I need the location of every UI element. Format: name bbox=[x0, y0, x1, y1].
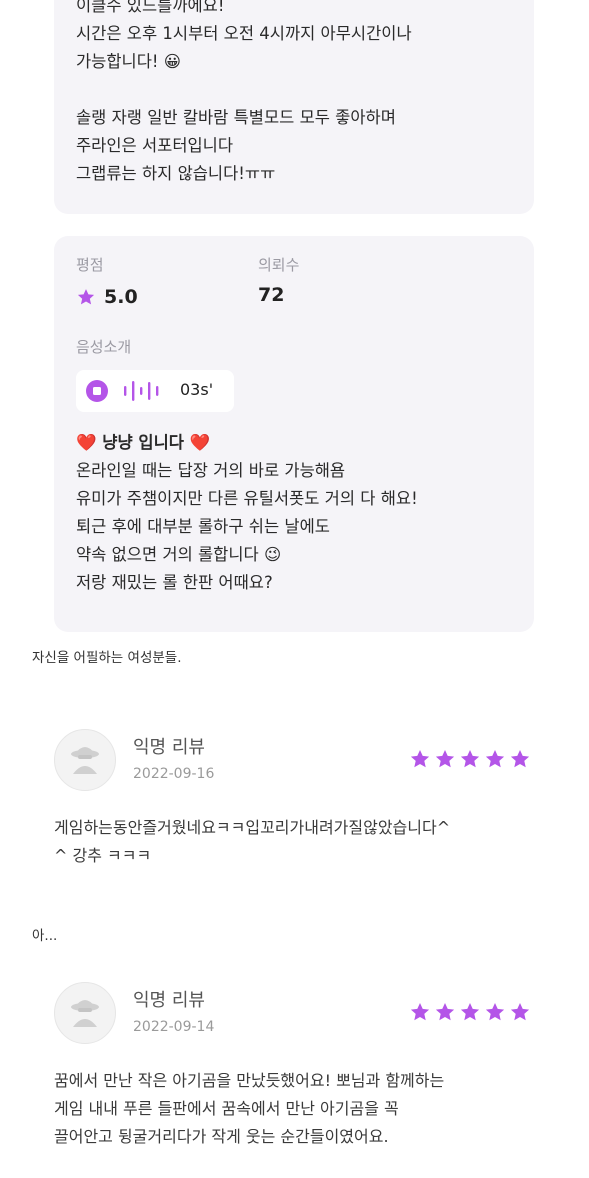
anonymous-user-icon bbox=[71, 747, 99, 774]
review-date: 2022-09-14 bbox=[133, 1019, 215, 1035]
caption-2: 아... bbox=[32, 928, 58, 944]
review-rating-stars bbox=[410, 750, 530, 768]
review-text: 꿈에서 만난 작은 아기곰을 만났듯했어요! 뽀님과 함께하는 게임 내내 푸른… bbox=[54, 1071, 445, 1146]
intro-line-6: 그랩류는 하지 않습니다!ㅠㅠ bbox=[76, 164, 276, 183]
profile-card: 평점 5.0 의뢰수 72 음성소개 03s' ❤️ 냥냥 입니다 ❤️ 온라인… bbox=[54, 236, 534, 632]
bio-line-2: 유미가 주챔이지만 다른 유틸서폿도 거의 다 해요! bbox=[76, 489, 418, 508]
anonymous-user-icon bbox=[71, 1000, 99, 1027]
intro-line-2: 가능합니다! 😀 bbox=[76, 52, 181, 71]
waveform-icon bbox=[124, 381, 159, 401]
rating-value: 5.0 bbox=[104, 286, 138, 308]
review-author: 익명 리뷰 bbox=[133, 737, 205, 758]
stop-icon[interactable] bbox=[86, 380, 108, 402]
intro-line-5: 주라인은 서포터입니다 bbox=[76, 136, 234, 155]
review-author: 익명 리뷰 bbox=[133, 990, 205, 1011]
requests-label: 의뢰수 bbox=[258, 256, 300, 274]
rating-label: 평점 bbox=[76, 256, 104, 274]
star-icon bbox=[77, 289, 95, 305]
avatar bbox=[54, 729, 116, 791]
review-text: 게임하는동안즐거웠네요ㅋㅋ입꼬리가내려가질않았습니다^ ^ 강추 ㅋㅋㅋ bbox=[54, 818, 451, 865]
voice-intro-player[interactable]: 03s' bbox=[76, 370, 234, 412]
review-rating-stars bbox=[410, 1003, 530, 1021]
intro-line-4: 솔랭 자랭 일반 칼바람 특별모드 모두 좋아하며 bbox=[76, 108, 396, 127]
bio-line-0: ❤️ 냥냥 입니다 ❤️ bbox=[76, 433, 211, 452]
caption-1: 자신을 어필하는 여성분들. bbox=[32, 650, 182, 666]
voice-duration: 03s' bbox=[180, 380, 214, 399]
voice-intro-label: 음성소개 bbox=[76, 338, 132, 356]
rating-row: 5.0 bbox=[76, 286, 138, 308]
bio-line-1: 온라인일 때는 답장 거의 바로 가능해욤 bbox=[76, 461, 346, 480]
intro-line-0: 이클수 있드를까에요! bbox=[76, 0, 225, 15]
requests-value: 72 bbox=[258, 284, 285, 306]
bio-line-3: 퇴근 후에 대부분 롤하구 쉬는 날에도 bbox=[76, 517, 330, 536]
review-date: 2022-09-16 bbox=[133, 766, 215, 782]
bio-line-4: 약속 없으면 거의 롤합니다 😉 bbox=[76, 545, 282, 564]
avatar bbox=[54, 982, 116, 1044]
intro-line-1: 시간은 오후 1시부터 오전 4시까지 아무시간이나 bbox=[76, 24, 412, 43]
bio-line-5: 저랑 재밌는 롤 한판 어때요? bbox=[76, 573, 273, 592]
intro-card: 이클수 있드를까에요! 시간은 오후 1시부터 오전 4시까지 아무시간이나 가… bbox=[54, 0, 534, 214]
